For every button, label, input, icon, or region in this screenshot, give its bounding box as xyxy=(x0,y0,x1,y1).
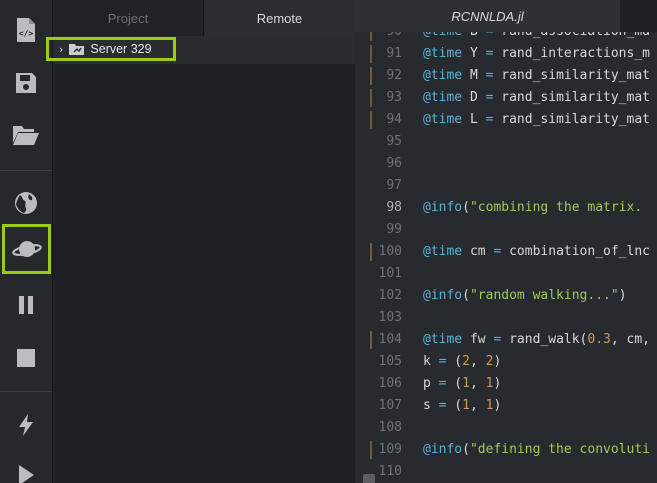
code-text: s = (1, 1) xyxy=(423,398,502,413)
left-toolbar: </> xyxy=(0,0,53,483)
code-line[interactable]: 101 xyxy=(355,263,657,285)
save-button[interactable] xyxy=(0,58,52,108)
tab-project[interactable]: Project xyxy=(53,0,204,36)
server-label: Server 329 xyxy=(90,42,152,56)
tab-remote[interactable]: Remote xyxy=(204,0,355,36)
open-folder-button[interactable] xyxy=(0,110,52,160)
globe-icon xyxy=(15,192,37,214)
code-line[interactable]: 94 @time L = rand_similarity_mat xyxy=(355,109,657,131)
line-number: 93 xyxy=(386,90,402,105)
line-number: 108 xyxy=(378,420,402,435)
line-number: 95 xyxy=(386,134,402,149)
code-line[interactable]: 93 @time D = rand_similarity_mat xyxy=(355,87,657,109)
stop-icon xyxy=(17,349,35,367)
code-line[interactable]: 96 xyxy=(355,153,657,175)
editor-tab-title: RCNNLDA.jl xyxy=(451,8,524,24)
code-line[interactable]: 100 @time cm = combination_of_lnc xyxy=(355,241,657,263)
editor-tab[interactable]: RCNNLDA.jl xyxy=(355,0,620,32)
toolbar-divider xyxy=(0,391,52,392)
code-line[interactable]: 106 p = (1, 1) xyxy=(355,373,657,395)
code-area[interactable]: 90@time B = rand_association_ma91@time Y… xyxy=(355,23,657,483)
stop-button[interactable] xyxy=(0,333,52,383)
remote-button[interactable] xyxy=(2,224,51,274)
code-text: k = (2, 2) xyxy=(423,354,502,369)
save-icon xyxy=(16,73,36,93)
line-number: 98 xyxy=(386,200,402,215)
line-number: 109 xyxy=(378,442,402,457)
code-line[interactable]: 104 @time fw = rand_walk(0.3, cm, xyxy=(355,329,657,351)
tab-bar-filler xyxy=(620,0,657,32)
code-line[interactable]: 108 xyxy=(355,417,657,439)
tree-tabs: Project Remote xyxy=(53,0,355,36)
code-text: @time cm = combination_of_lnc xyxy=(423,244,650,259)
line-number: 103 xyxy=(378,310,402,325)
toolbar-divider xyxy=(0,170,52,171)
planet-icon xyxy=(11,241,42,257)
code-file-button[interactable]: </> xyxy=(0,5,52,55)
svg-text:</>: </> xyxy=(19,29,34,38)
code-line[interactable]: 102 @info("random walking...") xyxy=(355,285,657,307)
code-text: @time Y = rand_interactions_m xyxy=(423,46,650,61)
line-number: 99 xyxy=(386,222,402,237)
server-folder-icon xyxy=(69,44,85,55)
code-line[interactable]: 110 xyxy=(355,461,657,483)
code-text: @info("defining the convoluti xyxy=(423,442,650,457)
line-number: 92 xyxy=(386,68,402,83)
code-line[interactable]: 92 @time M = rand_similarity_mat xyxy=(355,65,657,87)
line-number: 107 xyxy=(378,398,402,413)
line-number: 101 xyxy=(378,266,402,281)
code-line[interactable]: 103 xyxy=(355,307,657,329)
code-line[interactable]: 98 @info("combining the matrix. xyxy=(355,197,657,219)
code-text: p = (1, 1) xyxy=(423,376,502,391)
line-number: 91 xyxy=(386,46,402,61)
code-text: @time M = rand_similarity_mat xyxy=(423,68,650,83)
chevron-right-icon[interactable]: › xyxy=(59,43,63,56)
code-line[interactable]: 109 @info("defining the convoluti xyxy=(355,439,657,461)
code-text: @info("random walking...") xyxy=(423,288,627,303)
pause-icon xyxy=(19,296,33,314)
line-number: 94 xyxy=(386,112,402,127)
folder-open-icon xyxy=(13,126,39,145)
remote-tree-panel: Project Remote › Server 329 xyxy=(46,0,355,483)
line-number: 105 xyxy=(378,354,402,369)
code-text: @time fw = rand_walk(0.3, cm, xyxy=(423,332,650,347)
lightning-icon xyxy=(19,414,33,436)
code-line[interactable]: 97 xyxy=(355,175,657,197)
globe-button[interactable] xyxy=(0,178,52,228)
server-row[interactable]: › Server 329 xyxy=(46,36,355,64)
code-line[interactable]: 95 xyxy=(355,131,657,153)
pause-button[interactable] xyxy=(0,280,52,330)
play-button[interactable] xyxy=(0,450,52,483)
line-number: 97 xyxy=(386,178,402,193)
line-number: 102 xyxy=(378,288,402,303)
code-line[interactable]: 99 xyxy=(355,219,657,241)
line-number: 96 xyxy=(386,156,402,171)
code-line[interactable]: 91 @time Y = rand_interactions_m xyxy=(355,43,657,65)
code-text: @info("combining the matrix. xyxy=(423,200,643,215)
line-number: 104 xyxy=(378,332,402,347)
code-file-icon: </> xyxy=(17,18,35,42)
code-editor: 90@time B = rand_association_ma91@time Y… xyxy=(355,0,657,483)
scroll-corner xyxy=(363,474,375,483)
server-highlight[interactable]: › Server 329 xyxy=(46,37,176,61)
lightning-button[interactable] xyxy=(0,400,52,450)
line-number: 100 xyxy=(378,244,402,259)
line-number: 106 xyxy=(378,376,402,391)
code-text: @time D = rand_similarity_mat xyxy=(423,90,650,105)
code-text: @time L = rand_similarity_mat xyxy=(423,112,650,127)
code-line[interactable]: 107 s = (1, 1) xyxy=(355,395,657,417)
code-line[interactable]: 105 k = (2, 2) xyxy=(355,351,657,373)
play-icon xyxy=(19,465,34,483)
